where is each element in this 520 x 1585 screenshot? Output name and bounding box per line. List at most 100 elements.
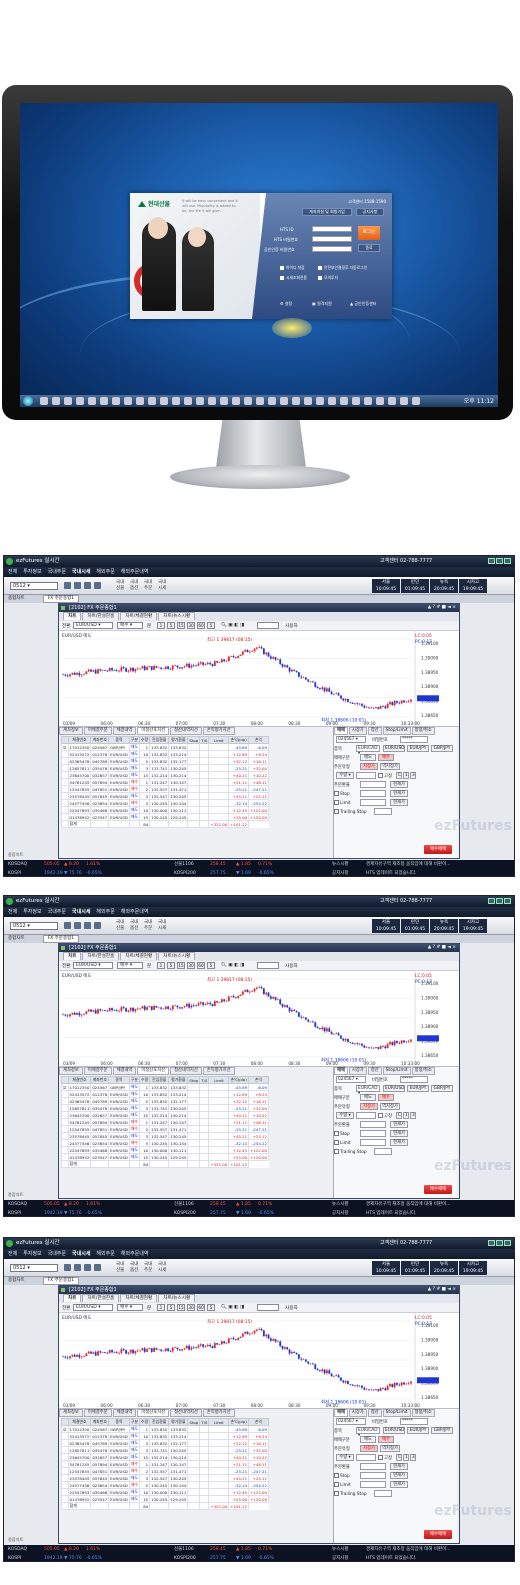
position-tab[interactable]: 미청산포지션 <box>137 1409 170 1417</box>
column-header[interactable]: 구분 <box>128 1418 140 1426</box>
table-row[interactable]: 52413572 012378 EUR/USD 매도 10 133.832 133.214 +… <box>61 1432 269 1440</box>
column-header[interactable]: Limit <box>208 736 230 744</box>
pair-button[interactable]: EUR/JPY <box>407 1427 429 1434</box>
table-row[interactable]: ☑ 17012350 024567 GBP/JPY 매도 1 133.832 133.832-… <box>61 743 269 751</box>
submit-order-button[interactable]: 매수매매 <box>424 845 452 854</box>
table-row[interactable]: 24577456 023654 EUR/USD 매수 5 130.245 130.144 -3… <box>61 1139 269 1147</box>
taskbar-app-icon[interactable] <box>412 397 420 405</box>
gear-icon[interactable] <box>84 1264 91 1271</box>
tab-fx-order[interactable]: FX 주문종합1 <box>42 595 80 603</box>
toolbar-menu-item[interactable]: 국내 선물 <box>116 580 124 592</box>
order-tab[interactable]: Stop/Limit <box>382 1067 411 1075</box>
toolbar-menu-item[interactable]: 국내 선물 <box>116 920 124 932</box>
taskbar-app-icon[interactable] <box>100 397 108 405</box>
limit-order-button[interactable]: 지정가 <box>360 1103 378 1110</box>
side-select[interactable]: 매수 ▾ <box>117 622 143 629</box>
taskbar-app-icon[interactable] <box>256 397 264 405</box>
position-tab[interactable]: 손익평가지선 <box>202 1067 235 1075</box>
print-icon[interactable] <box>74 922 81 929</box>
qty-button[interactable]: 3 <box>410 1112 416 1119</box>
symbol-select[interactable]: EUR/USD ▾ <box>73 962 113 969</box>
lock-icon[interactable] <box>64 1264 71 1271</box>
position-tab[interactable]: 미청산포지션 <box>137 1067 170 1075</box>
table-row[interactable]: 23645700 032657 EUR/USD 매도 15 132.214 130.214 +… <box>61 771 269 779</box>
order-tab[interactable]: Stop/Limit <box>382 727 411 735</box>
user-select[interactable] <box>257 962 279 969</box>
print-icon[interactable] <box>74 1264 81 1271</box>
column-header[interactable]: 진입환율 <box>149 1076 170 1084</box>
period-button[interactable]: 5 <box>167 622 175 629</box>
chart-tab[interactable]: 차트/한설한홈 <box>82 952 120 960</box>
current-price-button[interactable]: 현재가 <box>390 1463 408 1470</box>
trailing-stop-input[interactable] <box>374 1490 392 1497</box>
menu-item[interactable]: 국내주문 <box>48 909 66 915</box>
table-row[interactable]: 52413572 012378 EUR/USD 매도 10 133.832 133.214 +… <box>61 750 269 758</box>
order-tab[interactable]: 정정/취소 <box>411 1067 435 1075</box>
table-row[interactable]: 22547893 035468 EUR/USD 매도 10 130.000 130.111 +… <box>61 1488 269 1496</box>
toolbar-menu-item[interactable]: 국내 옵션 <box>130 920 138 932</box>
print-icon[interactable] <box>74 582 81 589</box>
taskbar-app-icon[interactable] <box>304 397 312 405</box>
toolbar-menu-item[interactable]: 국내 주문 <box>144 580 152 592</box>
submit-order-button[interactable]: 매수매매 <box>424 1530 452 1539</box>
taskbar-app-icon[interactable] <box>328 397 336 405</box>
order-price-input[interactable] <box>360 1463 386 1470</box>
symbol-select[interactable]: EUR/USD ▾ <box>73 1304 113 1311</box>
column-header[interactable]: Stop <box>187 1418 201 1426</box>
taskbar-app-icon[interactable] <box>208 397 216 405</box>
gear-icon[interactable] <box>84 582 91 589</box>
mock-trading-checkbox[interactable]: 모의투자 <box>318 275 338 281</box>
auto-login-checkbox[interactable]: 안전보안결정후 자동로그인 <box>318 265 367 271</box>
stop-checkbox[interactable]: Stop <box>334 791 350 797</box>
order-tab[interactable]: Stop/Limit <box>382 1409 411 1417</box>
position-tab[interactable]: 체결내역 <box>112 1067 137 1075</box>
period-button[interactable]: 5 <box>167 962 175 969</box>
qty-button[interactable]: 1 <box>403 772 409 779</box>
position-tab[interactable]: 미체결주문 <box>83 1409 112 1417</box>
pair-button[interactable]: EUR/USD <box>383 1085 405 1092</box>
period-button[interactable]: 5 <box>207 1304 215 1311</box>
taskbar-app-icon[interactable] <box>292 397 300 405</box>
menu-item[interactable]: 해외주문내역 <box>121 909 149 915</box>
column-header[interactable]: 손익 <box>248 736 269 744</box>
minimize-icon[interactable] <box>488 898 495 904</box>
sell-button[interactable]: 매도 <box>360 754 376 761</box>
order-price-input[interactable] <box>360 781 386 788</box>
account-select[interactable]: 0512 ▾ <box>10 1264 58 1272</box>
pair-button[interactable]: EUR/USD <box>383 1427 405 1434</box>
chart-tab[interactable]: 차트 <box>63 952 82 960</box>
menu-item[interactable]: 해외주문 <box>96 1251 114 1257</box>
menu-item[interactable]: 국내주문 <box>48 569 66 575</box>
column-header[interactable]: 평가환율 <box>168 1076 189 1084</box>
exit-button[interactable]: 종료 <box>358 244 380 252</box>
column-header[interactable]: 진입환율 <box>149 736 170 744</box>
column-header[interactable]: Limit <box>208 1418 230 1426</box>
menu-item[interactable]: 국내시세 <box>72 569 90 575</box>
order-password-input[interactable]: ***** <box>400 1076 428 1083</box>
buy-button[interactable]: 매수 <box>378 1094 394 1101</box>
column-header[interactable]: 체결번호 <box>67 736 92 744</box>
column-header[interactable]: 계좌번호 <box>90 736 110 744</box>
order-tab[interactable]: 청산 <box>367 727 382 735</box>
column-header[interactable]: 손익(pip) <box>228 736 250 744</box>
column-header[interactable]: 평가환율 <box>168 1418 189 1426</box>
menu-item[interactable]: 전체 <box>8 909 17 915</box>
table-row[interactable]: 23578445 057845 EUR/USD 매도 3 132.547 130.245 +4… <box>61 1474 269 1482</box>
order-password-input[interactable]: ***** <box>400 1418 428 1425</box>
period-button[interactable]: 30 <box>187 962 195 969</box>
tab-fx-order[interactable]: FX 주문종합1 <box>42 1277 80 1285</box>
pair-button[interactable]: GBP/JPY <box>431 745 453 752</box>
lock-icon[interactable] <box>64 922 71 929</box>
pair-button[interactable]: EUR/USD <box>383 745 405 752</box>
order-symbol-select[interactable]: EUR/CAD ▾ <box>356 745 380 756</box>
trailing-stop-checkbox[interactable]: Trailing Stop <box>334 809 367 815</box>
taskbar-app-icon[interactable] <box>316 397 324 405</box>
qty-fix-checkbox[interactable]: 고정 <box>378 773 392 779</box>
buy-button[interactable]: 매수 <box>378 754 394 761</box>
taskbar-app-icon[interactable] <box>40 397 48 405</box>
chart-tab[interactable]: 차트/뉴스시황 <box>158 612 196 620</box>
zoom-icons[interactable]: 🔍︎ ▣ ◧ ◨ <box>221 963 244 968</box>
sell-button[interactable]: 매도 <box>360 1094 376 1101</box>
column-header[interactable]: T/S <box>199 736 210 744</box>
order-symbol-select[interactable]: EUR/CAD ▾ <box>356 1427 380 1438</box>
